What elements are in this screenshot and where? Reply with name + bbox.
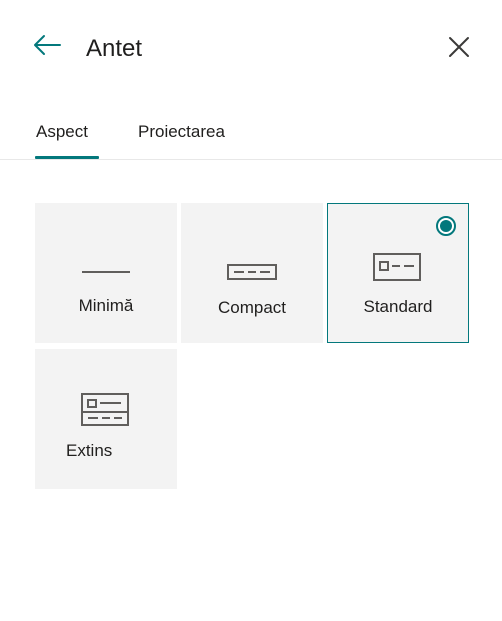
layout-minimal-icon — [82, 271, 130, 273]
layout-option-label: Compact — [217, 298, 287, 317]
arrow-left-icon — [34, 35, 61, 55]
layout-compact-icon — [227, 264, 277, 280]
layout-option-standard[interactable]: Standard — [327, 203, 469, 343]
layout-extended-icon — [81, 393, 129, 426]
close-icon — [449, 37, 469, 57]
tab-bar: Aspect Proiectarea — [0, 108, 502, 160]
layout-option-extended[interactable]: Extins — [35, 349, 177, 489]
panel-title: Antet — [86, 35, 143, 62]
back-button[interactable] — [30, 30, 64, 60]
tab-selected-indicator — [35, 156, 99, 159]
selected-radio-indicator — [436, 216, 456, 236]
tab-aspect[interactable]: Aspect — [36, 121, 88, 143]
close-button[interactable] — [444, 32, 474, 62]
layout-option-compact[interactable]: Compact — [181, 203, 323, 343]
layout-option-label: Minimă — [78, 296, 134, 315]
tab-proiectarea[interactable]: Proiectarea — [138, 121, 225, 143]
layout-option-label: Extins — [66, 441, 113, 460]
panel-header: Antet — [0, 0, 502, 96]
layout-option-minimal[interactable]: Minimă — [35, 203, 177, 343]
layout-standard-icon — [373, 253, 421, 281]
layout-option-label: Standard — [363, 297, 433, 316]
